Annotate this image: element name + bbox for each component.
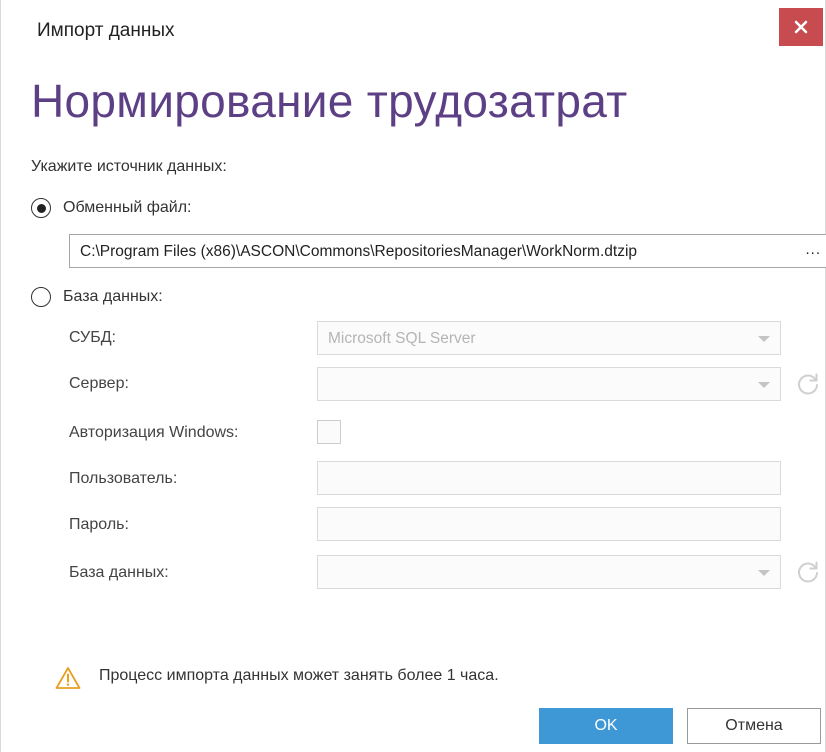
chevron-down-icon	[758, 570, 770, 576]
file-path-value: C:\Program Files (x86)\ASCON\Commons\Rep…	[80, 243, 638, 260]
browse-button[interactable]: ...	[805, 241, 821, 258]
user-label: Пользователь:	[69, 470, 178, 487]
title-bar: Импорт данных	[1, 0, 826, 62]
user-field[interactable]	[317, 461, 781, 495]
database-combobox[interactable]	[317, 555, 781, 589]
dbms-label: СУБД:	[69, 329, 116, 346]
refresh-databases-button[interactable]	[795, 559, 821, 585]
close-button[interactable]	[779, 8, 823, 46]
refresh-icon	[798, 373, 818, 395]
dbms-combobox[interactable]: Microsoft SQL Server	[317, 321, 781, 355]
close-icon	[794, 20, 808, 34]
exchange-file-label[interactable]: Обменный файл:	[63, 199, 192, 217]
password-field[interactable]	[317, 507, 781, 541]
password-label: Пароль:	[69, 516, 129, 533]
refresh-servers-button[interactable]	[795, 371, 821, 397]
source-prompt: Укажите источник данных:	[31, 158, 227, 175]
refresh-icon	[798, 561, 818, 583]
page-title: Нормирование трудозатрат	[31, 75, 628, 127]
warning-icon	[55, 666, 81, 690]
cancel-button[interactable]: Отмена	[687, 708, 821, 744]
server-label: Сервер:	[69, 375, 129, 392]
radio-selected-dot	[36, 203, 46, 213]
import-dialog: Импорт данных Нормирование трудозатрат У…	[0, 0, 826, 752]
chevron-down-icon	[758, 336, 770, 342]
server-combobox[interactable]	[317, 367, 781, 401]
database-option-label[interactable]: База данных:	[63, 288, 163, 306]
exchange-file-radio[interactable]	[31, 198, 51, 218]
chevron-down-icon	[758, 382, 770, 388]
windows-auth-label: Авторизация Windows:	[69, 424, 239, 441]
window-title: Импорт данных	[37, 20, 175, 41]
windows-auth-checkbox[interactable]	[317, 420, 341, 444]
exchange-file-path-field[interactable]: C:\Program Files (x86)\ASCON\Commons\Rep…	[69, 234, 826, 268]
database-name-label: База данных:	[69, 564, 169, 581]
dbms-value: Microsoft SQL Server	[328, 330, 476, 347]
database-radio[interactable]	[31, 287, 51, 307]
ok-button[interactable]: OK	[539, 708, 673, 744]
warning-message: Процесс импорта данных может занять боле…	[99, 667, 499, 684]
